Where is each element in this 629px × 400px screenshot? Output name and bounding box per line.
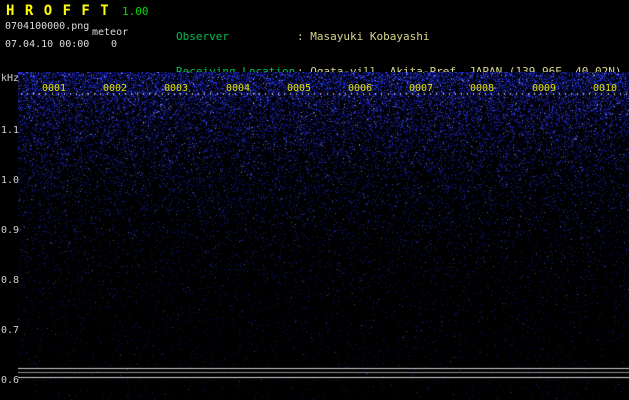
freq-tick-label: 1.1 <box>1 125 18 136</box>
time-tick-label: 0007 <box>409 83 433 94</box>
freq-tick-label: 0.7 <box>1 325 18 336</box>
info-label: Observer <box>176 31 297 43</box>
freq-tick-label: 0.6 <box>1 375 18 386</box>
info-value: : Masayuki Kobayashi <box>297 31 429 43</box>
output-filename: 0704100000.png <box>5 21 89 32</box>
freq-tick-label: 0.8 <box>1 275 18 286</box>
time-tick-label: 0001 <box>42 83 66 94</box>
meteor-count-value: 0 <box>111 39 117 50</box>
info-row-observer: Observer: Masayuki Kobayashi <box>176 31 622 43</box>
time-tick-label: 0003 <box>164 83 188 94</box>
freq-tick-label: 1.0 <box>1 175 18 186</box>
time-tick-label: 0009 <box>532 83 556 94</box>
meteor-count-label: meteor <box>92 27 128 38</box>
time-tick-label: 0006 <box>348 83 372 94</box>
time-tick-label: 0004 <box>226 83 250 94</box>
time-tick-label: 0010 <box>593 83 617 94</box>
app-title: H R O F F T <box>6 3 110 19</box>
time-tick-label: 0008 <box>470 83 494 94</box>
timestamp: 07.04.10 00:00 <box>5 39 89 50</box>
spectrogram-canvas <box>18 72 629 400</box>
app-version: 1.00 <box>122 5 149 18</box>
freq-tick-label: 0.9 <box>1 225 18 236</box>
freq-axis-unit: kHz <box>1 73 18 84</box>
time-tick-label: 0002 <box>103 83 127 94</box>
hrofft-screen: { "app": { "title": "H R O F F T", "vers… <box>0 0 629 400</box>
time-tick-label: 0005 <box>287 83 311 94</box>
